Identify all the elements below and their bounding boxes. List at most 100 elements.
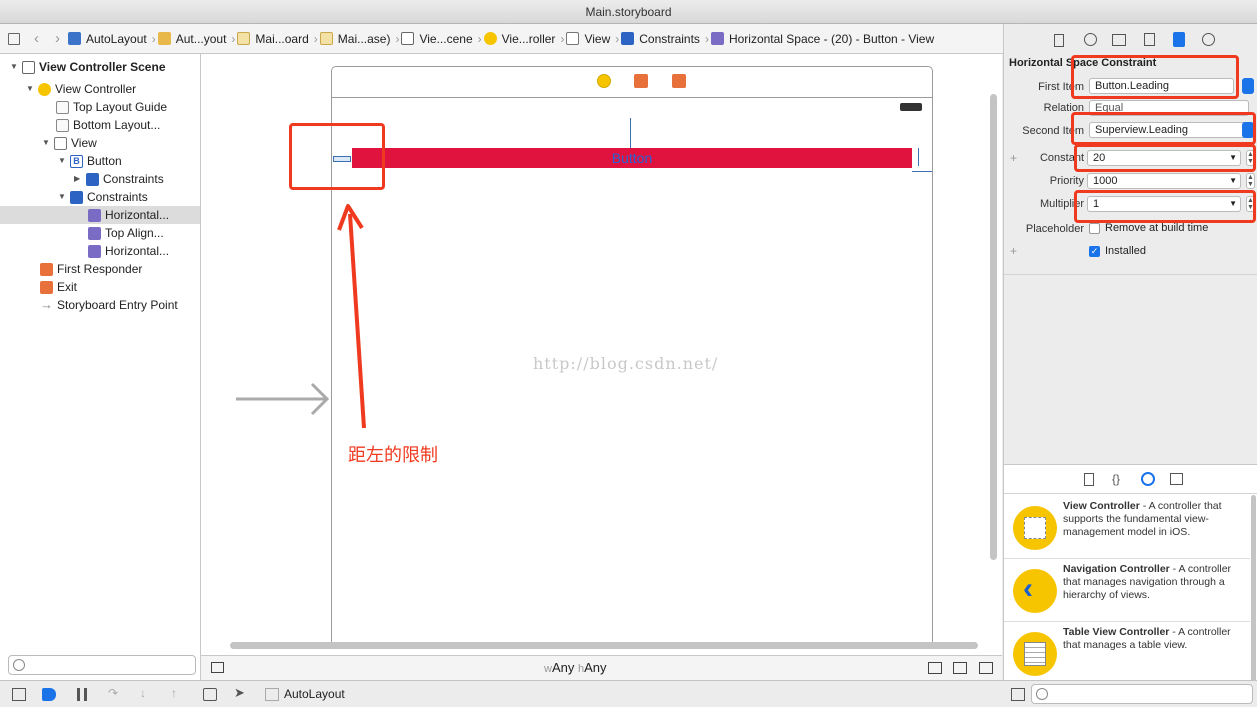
annotation-highlight-box: [289, 123, 385, 190]
pause-icon[interactable]: [77, 688, 87, 701]
resolve-issues-icon[interactable]: [979, 662, 993, 674]
library-item-view-controller[interactable]: View Controller - A controller that supp…: [1004, 496, 1250, 559]
disclosure-triangle-icon[interactable]: ▼: [26, 80, 36, 98]
outline-item-label: View: [71, 136, 97, 150]
code-snippet-icon[interactable]: {}: [1112, 472, 1120, 486]
constraint-icon: [710, 32, 724, 45]
outline-item-view[interactable]: ▼ View: [42, 134, 97, 152]
step-over-icon[interactable]: ↷: [108, 686, 122, 700]
outline-item-label: Constraints: [87, 190, 148, 204]
debug-view-hierarchy-icon[interactable]: [203, 688, 217, 701]
outline-item-exit[interactable]: Exit: [40, 278, 77, 296]
debug-target-label[interactable]: AutoLayout: [284, 687, 345, 701]
library-item-table-view-controller[interactable]: Table View Controller - A controller tha…: [1004, 622, 1250, 685]
first-item-dropdown-icon[interactable]: [1242, 78, 1254, 94]
button-label: Button: [611, 150, 653, 166]
connections-inspector-icon[interactable]: [1202, 33, 1215, 46]
outline-item-label: View Controller: [55, 82, 137, 96]
priority-stepper[interactable]: ▲ ▼: [1246, 173, 1255, 189]
canvas-vertical-scrollbar[interactable]: [990, 94, 997, 560]
priority-dropdown-icon[interactable]: ▼: [1229, 174, 1237, 188]
disclosure-triangle-icon[interactable]: ▼: [58, 152, 68, 170]
outline-item-top-layout-guide[interactable]: Top Layout Guide: [56, 98, 167, 116]
breadcrumb-label: View: [584, 31, 611, 46]
exit-dock-icon[interactable]: [672, 74, 686, 88]
constraints-icon: [86, 172, 99, 186]
annotation-box-multiplier: [1074, 190, 1256, 223]
step-out-icon[interactable]: ↑: [171, 686, 185, 700]
add-installed-variation-icon[interactable]: +: [1010, 244, 1017, 258]
disclosure-triangle-icon[interactable]: ▼: [58, 188, 68, 206]
library-grid-icon[interactable]: [1011, 688, 1025, 701]
breadcrumb-storyboard[interactable]: Mai...oard ›: [237, 32, 318, 46]
outline-item-view-controller[interactable]: ▼ View Controller: [26, 80, 136, 98]
breadcrumb-view[interactable]: View ›: [566, 32, 619, 46]
outline-item-scene[interactable]: ▼ View Controller Scene: [10, 58, 166, 76]
outline-item-button-constraints[interactable]: ▶ Constraints: [74, 170, 164, 188]
pin-icon[interactable]: [953, 662, 967, 674]
step-into-icon[interactable]: ↓: [140, 686, 154, 700]
annotation-box-second-item: [1071, 112, 1256, 145]
debug-bar: ↷ ↓ ↑ ➤ AutoLayout: [0, 680, 1257, 707]
outline-item-view-constraints[interactable]: ▼ Constraints: [58, 188, 148, 206]
breadcrumb-constraint[interactable]: Horizontal Space - (20) - Button - View: [710, 32, 934, 46]
object-library-icon[interactable]: [1141, 472, 1155, 486]
breadcrumb-folder[interactable]: Aut...yout ›: [157, 32, 235, 46]
placeholder-checkbox[interactable]: [1089, 223, 1100, 234]
breadcrumb-scene[interactable]: Vie...cene ›: [401, 31, 482, 46]
hide-debug-area-icon[interactable]: [12, 688, 26, 701]
align-icon[interactable]: [928, 662, 942, 674]
priority-label: Priority: [1049, 175, 1084, 187]
identity-inspector-icon[interactable]: [1112, 34, 1126, 46]
quick-help-icon[interactable]: [1084, 33, 1097, 46]
view-controller-dock-icon[interactable]: [597, 74, 611, 88]
project-icon: [68, 32, 81, 45]
size-class-h-value: Any: [584, 660, 607, 675]
outline-toggle-icon[interactable]: [211, 662, 224, 673]
library-item-navigation-controller[interactable]: ‹ Navigation Controller - A controller t…: [1004, 559, 1250, 622]
outline-item-label: Top Layout Guide: [73, 100, 168, 114]
file-inspector-icon[interactable]: [1054, 34, 1064, 47]
attributes-inspector-icon[interactable]: [1144, 33, 1155, 46]
canvas-horizontal-scrollbar[interactable]: [230, 642, 978, 649]
exit-icon: [40, 280, 53, 294]
scene-dock: [331, 66, 933, 98]
library-filter-field[interactable]: [1031, 684, 1253, 704]
outline-item-entry-point[interactable]: → Storyboard Entry Point: [40, 296, 178, 314]
breadcrumb-label: Vie...cene: [419, 31, 473, 46]
priority-field[interactable]: 1000 ▼: [1087, 173, 1241, 189]
outline-filter-field[interactable]: [8, 655, 196, 675]
related-items-icon[interactable]: [8, 32, 20, 45]
size-class-control[interactable]: wAny hAny: [544, 660, 607, 675]
storyboard-entry-arrow[interactable]: [232, 380, 332, 418]
outline-item-horizontal-space-selected[interactable]: Horizontal...: [0, 206, 200, 224]
first-responder-dock-icon[interactable]: [634, 74, 648, 88]
outline-item-horizontal-space[interactable]: Horizontal...: [88, 242, 169, 260]
outline-item-first-responder[interactable]: First Responder: [40, 260, 142, 278]
breadcrumb-view-controller[interactable]: Vie...roller ›: [483, 32, 564, 46]
simulate-location-icon[interactable]: ➤: [234, 685, 248, 700]
breadcrumb-project[interactable]: AutoLayout ›: [68, 32, 156, 46]
breakpoints-toggle-icon[interactable]: [42, 688, 56, 701]
breadcrumb-constraints[interactable]: Constraints ›: [621, 32, 709, 46]
size-inspector-icon[interactable]: [1173, 32, 1185, 47]
breadcrumb-storyboard-base[interactable]: Mai...ase) ›: [319, 32, 399, 46]
scene-icon: [401, 32, 415, 45]
library-scrollbar[interactable]: [1251, 495, 1256, 683]
battery-icon: [900, 103, 922, 111]
disclosure-triangle-icon[interactable]: ▶: [74, 170, 84, 188]
disclosure-triangle-icon[interactable]: ▼: [42, 134, 52, 152]
disclosure-triangle-icon[interactable]: ▼: [10, 58, 20, 76]
installed-checkbox[interactable]: ✓: [1089, 246, 1100, 257]
file-template-icon[interactable]: [1084, 473, 1094, 486]
button-element[interactable]: Button: [352, 148, 912, 168]
canvas-bottom-bar: wAny hAny: [201, 655, 1002, 680]
back-arrow-icon[interactable]: ‹: [34, 30, 39, 47]
forward-arrow-icon[interactable]: ›: [55, 30, 60, 47]
constraint-icon: [88, 226, 101, 240]
outline-item-bottom-layout-guide[interactable]: Bottom Layout...: [56, 116, 160, 134]
outline-item-button[interactable]: ▼ B Button: [58, 152, 122, 170]
outline-item-top-align[interactable]: Top Align...: [88, 224, 164, 242]
library-item-text: Table View Controller - A controller tha…: [1063, 626, 1249, 652]
media-library-icon[interactable]: [1170, 473, 1183, 485]
